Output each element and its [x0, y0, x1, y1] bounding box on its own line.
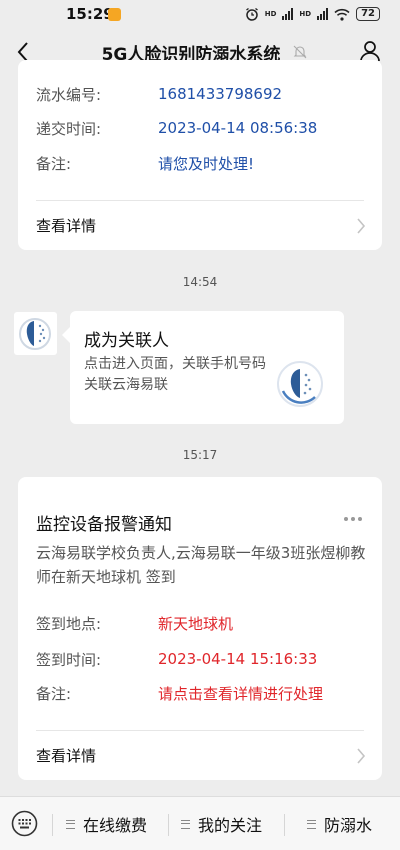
report-card-top: 流水编号: 1681433798692 递交时间: 2023-04-14 08:…: [18, 60, 382, 250]
detail-row: 签到地点: 新天地球机: [36, 611, 364, 635]
submenu-icon: [66, 819, 75, 829]
chevron-right-icon: [357, 748, 366, 764]
menu-online-payment[interactable]: 在线缴费: [66, 797, 147, 850]
link-association-message[interactable]: 成为关联人 点击进入页面，关联手机号码关联云海易联: [70, 311, 344, 424]
status-time: 15:29: [66, 5, 114, 23]
detail-row: 流水编号: 1681433798692: [36, 82, 364, 106]
view-details-link[interactable]: 查看详情: [18, 731, 382, 781]
timestamp: 15:17: [182, 448, 218, 462]
account-avatar[interactable]: [14, 312, 57, 355]
hd-label-2: HD: [299, 10, 312, 18]
view-details-link[interactable]: 查看详情: [18, 201, 382, 251]
signal-icon-2: [317, 8, 329, 20]
bottom-menu: 在线缴费 我的关注 防溺水: [0, 796, 400, 850]
row-value: 新天地球机: [158, 614, 234, 633]
detail-row: 备注: 请您及时处理!: [36, 151, 364, 175]
menu-label: 在线缴费: [83, 816, 148, 835]
menu-drowning-prevention[interactable]: 防溺水: [307, 797, 372, 850]
timestamp: 14:54: [182, 275, 218, 289]
menu-divider: [168, 814, 169, 836]
menu-divider: [52, 814, 53, 836]
more-options-icon[interactable]: [344, 517, 362, 521]
bubble-pointer: [62, 327, 70, 343]
row-value: 请您及时处理!: [158, 154, 255, 173]
row-label: 签到地点:: [36, 614, 102, 633]
message-description: 点击进入页面，关联手机号码关联云海易联: [84, 356, 266, 393]
message-title: 成为关联人: [84, 331, 169, 351]
row-value: 1681433798692: [158, 85, 283, 103]
view-details-label: 查看详情: [36, 217, 97, 235]
menu-label: 防溺水: [324, 816, 373, 835]
row-label: 流水编号:: [36, 85, 102, 104]
alarm-icon: [245, 7, 258, 21]
signal-icon-1: [282, 8, 294, 20]
battery-indicator: 72: [356, 7, 380, 21]
face-scan-thumbnail-icon: [277, 361, 323, 407]
submenu-icon: [181, 819, 190, 829]
alarm-notification-card: 监控设备报警通知 云海易联学校负责人,云海易联一年级3班张煜柳教师在新天地球机 …: [18, 477, 382, 780]
detail-row: 备注: 请点击查看详情进行处理: [36, 681, 364, 705]
card-title: 监控设备报警通知: [36, 515, 172, 535]
chevron-right-icon: [357, 218, 366, 234]
wifi-icon: [334, 8, 350, 21]
keyboard-toggle-icon[interactable]: [11, 810, 38, 837]
row-label: 递交时间:: [36, 119, 102, 138]
face-recognition-logo-icon: [19, 318, 51, 350]
row-label: 签到时间:: [36, 650, 102, 669]
row-value: 请点击查看详情进行处理: [158, 684, 324, 703]
detail-row: 签到时间: 2023-04-14 15:16:33: [36, 647, 364, 671]
row-label: 备注:: [36, 154, 72, 173]
notification-app-icon: [108, 8, 121, 21]
status-indicators: HD HD 72: [245, 5, 380, 23]
row-value: 2023-04-14 08:56:38: [158, 119, 318, 137]
row-label: 备注:: [36, 684, 72, 703]
mute-bell-icon: [293, 45, 307, 59]
hd-label-1: HD: [264, 10, 277, 18]
row-value: 2023-04-14 15:16:33: [158, 650, 318, 668]
card-description: 云海易联学校负责人,云海易联一年级3班张煜柳教师在新天地球机 签到: [36, 544, 366, 586]
menu-divider: [284, 814, 285, 836]
menu-my-follows[interactable]: 我的关注: [181, 797, 262, 850]
submenu-icon: [307, 819, 316, 829]
menu-label: 我的关注: [198, 816, 263, 835]
status-bar: 15:29 HD HD 72: [0, 0, 400, 28]
view-details-label: 查看详情: [36, 747, 97, 765]
detail-row: 递交时间: 2023-04-14 08:56:38: [36, 116, 364, 140]
